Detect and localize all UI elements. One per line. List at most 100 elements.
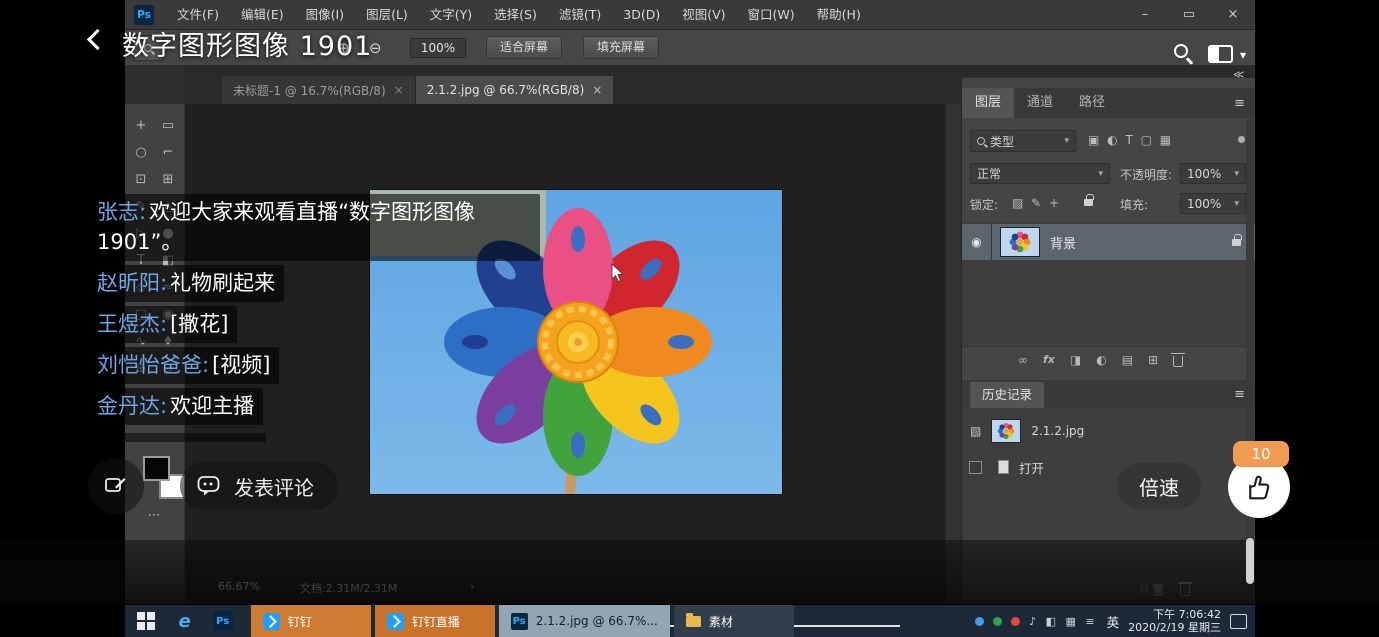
photoshop-taskbar-icon[interactable]: Ps [213,611,233,631]
taskbar-button-label: 钉钉直播 [412,613,460,630]
close-tab-icon[interactable]: × [592,83,602,97]
chat-message: 王煜杰:[撒花] [88,306,237,343]
taskbar-photoshop-doc-button[interactable]: Ps 2.1.2.jpg @ 66.7%... [499,605,670,637]
panel-toggle-button[interactable] [1208,45,1233,63]
chat-text: [视频] [212,353,270,377]
layer-visibility-eye-icon[interactable]: ◉ [962,224,992,260]
foreground-color-swatch[interactable] [143,456,170,481]
tab-label: 未标题-1 @ 16.7%(RGB/8) [233,82,386,99]
history-checkbox[interactable] [969,461,982,474]
panel-menu-icon[interactable]: ≡ [1234,387,1245,402]
windows-taskbar: e Ps 钉钉 钉钉直播 Ps 2.1.2.jpg @ 66.7%... 素材 [125,604,1255,637]
menu-filter[interactable]: 滤镜(T) [548,0,612,30]
clock-time: 下午 7:06:42 [1128,608,1221,621]
layer-filter-icons[interactable]: ▣ ◐ T ▢ ▦ [1088,133,1173,147]
filter-toggle-icon[interactable] [1238,136,1245,143]
menu-window[interactable]: 窗口(W) [737,0,806,30]
taskbar-clock[interactable]: 下午 7:06:42 2020/2/19 星期三 [1128,608,1221,634]
history-thumbnail [991,419,1021,443]
layer-mask-icon[interactable]: ◨ [1070,353,1081,367]
panel-divider [945,104,962,604]
layer-thumbnail [1000,227,1040,257]
layer-filter-dropdown[interactable]: 类型 ▾ [970,130,1076,152]
fit-screen-button[interactable]: 适合屏幕 [486,36,562,59]
playback-speed-button[interactable]: 倍速 [1117,463,1201,509]
fill-input[interactable]: 100% ▾ [1180,193,1246,214]
menu-type[interactable]: 文字(Y) [419,0,483,30]
fill-value: 100% [1187,197,1221,211]
chat-text: [撒花] [170,312,228,336]
system-tray: ♪ ◧ ▦ ≡ 英 下午 7:06:42 2020/2/19 星期三 [975,608,1247,634]
panel-tab-bar: 图层 通道 路径 ≡ [962,88,1255,118]
close-tab-icon[interactable]: × [394,83,404,97]
menu-view[interactable]: 视图(V) [671,0,736,30]
delete-layer-icon[interactable] [1173,356,1183,367]
tab-history[interactable]: 历史记录 [970,382,1044,408]
taskbar-button-label: 钉钉 [288,613,312,630]
opacity-input[interactable]: 100% ▾ [1180,163,1246,184]
tab-layers[interactable]: 图层 [962,88,1014,118]
internet-explorer-icon[interactable]: e [179,611,191,632]
tray-app-icon-blue[interactable] [975,617,984,626]
tab-paths[interactable]: 路径 [1066,88,1118,118]
taskbar-dingtalk-live-button[interactable]: 钉钉直播 [375,605,495,637]
back-button[interactable] [90,32,105,47]
layer-group-icon[interactable]: ▤ [1122,353,1133,367]
history-step-row[interactable]: 打开 [962,452,1255,482]
tray-app-icon-green[interactable] [993,617,1002,626]
lock-option-icons[interactable]: ▨ ✎ + [1012,196,1061,210]
taskbar-dingtalk-button[interactable]: 钉钉 [251,605,371,637]
tab-label: 2.1.2.jpg @ 66.7%(RGB/8) [427,83,585,97]
link-layers-icon[interactable]: ∞ [1018,353,1028,367]
close-button[interactable]: × [1211,0,1255,30]
layer-effects-icon[interactable]: fx [1043,353,1055,366]
tray-app-icon-red[interactable] [1011,617,1020,626]
more-tools-icon[interactable]: ⋯ [125,508,183,523]
comment-placeholder: 发表评论 [234,472,314,501]
chat-username: 王煜杰: [97,312,167,336]
tab-212-jpg[interactable]: 2.1.2.jpg @ 66.7%(RGB/8) × [416,76,614,104]
dingtalk-icon [263,613,280,630]
lock-all-icon[interactable] [1084,199,1093,206]
fill-screen-button[interactable]: 填充屏幕 [583,36,659,59]
chevron-left-icon [87,29,108,50]
chat-message: 金丹达:欢迎主播 [88,388,263,425]
input-method-indicator[interactable]: 英 [1107,612,1120,631]
chevron-down-icon: ▾ [1098,169,1103,179]
chevron-down-icon[interactable]: ▾ [1240,48,1246,62]
tray-icons[interactable]: ♪ ◧ ▦ ≡ [1029,615,1098,628]
chat-message: 刘恺怡爸爸:[视频] [88,347,279,384]
zoom-percent-input[interactable]: 100% [410,38,466,58]
history-brush-source-icon[interactable]: ▧ [970,424,981,438]
history-snapshot-row[interactable]: ▧ 2.1.2.jpg [962,416,1255,446]
restore-button[interactable]: ▭ [1167,0,1211,30]
taskbar-folder-button[interactable]: 素材 [674,605,794,637]
taskbar-button-label: 2.1.2.jpg @ 66.7%... [536,614,658,628]
live-chat-overlay: 张志:欢迎大家来观看直播“数字图形图像1901”。 赵昕阳:礼物刷起来 王煜杰:… [88,194,558,429]
menu-3d[interactable]: 3D(D) [612,0,671,30]
blend-mode-select[interactable]: 正常 ▾ [970,163,1110,184]
panel-toggle-icon [1208,45,1233,63]
adjustment-layer-icon[interactable]: ◐ [1096,353,1106,367]
notification-center-icon[interactable] [1230,614,1247,629]
ps-right-panels: 图层 通道 路径 ≡ 类型 ▾ ▣ ◐ T ▢ ▦ 正常 ▾ 不透明度: 100… [962,78,1255,604]
panel-menu-icon[interactable]: ≡ [1234,96,1245,111]
layer-row-background[interactable]: ◉ 背景 [962,224,1255,260]
windows-start-icon[interactable] [137,612,155,630]
menu-help[interactable]: 帮助(H) [806,0,872,30]
photoshop-logo-icon: Ps [134,5,154,25]
minimize-button[interactable]: – [1123,0,1167,30]
tab-untitled-1[interactable]: 未标题-1 @ 16.7%(RGB/8) × [222,76,416,104]
layer-name: 背景 [1050,233,1076,252]
search-button[interactable] [1174,44,1188,58]
video-title: 数字图形图像 1901 [122,24,372,63]
thumbs-up-icon [1244,472,1274,502]
tab-channels[interactable]: 通道 [1014,88,1066,118]
history-item-label: 2.1.2.jpg [1031,424,1084,438]
comment-settings-button[interactable] [88,458,144,514]
panel-scrollbar-thumb[interactable] [1246,538,1254,584]
comment-input-button[interactable]: 发表评论 [180,462,338,510]
new-layer-icon[interactable]: ⊞ [1148,353,1158,367]
opacity-label: 不透明度: [1120,166,1172,183]
menu-select[interactable]: 选择(S) [483,0,548,30]
